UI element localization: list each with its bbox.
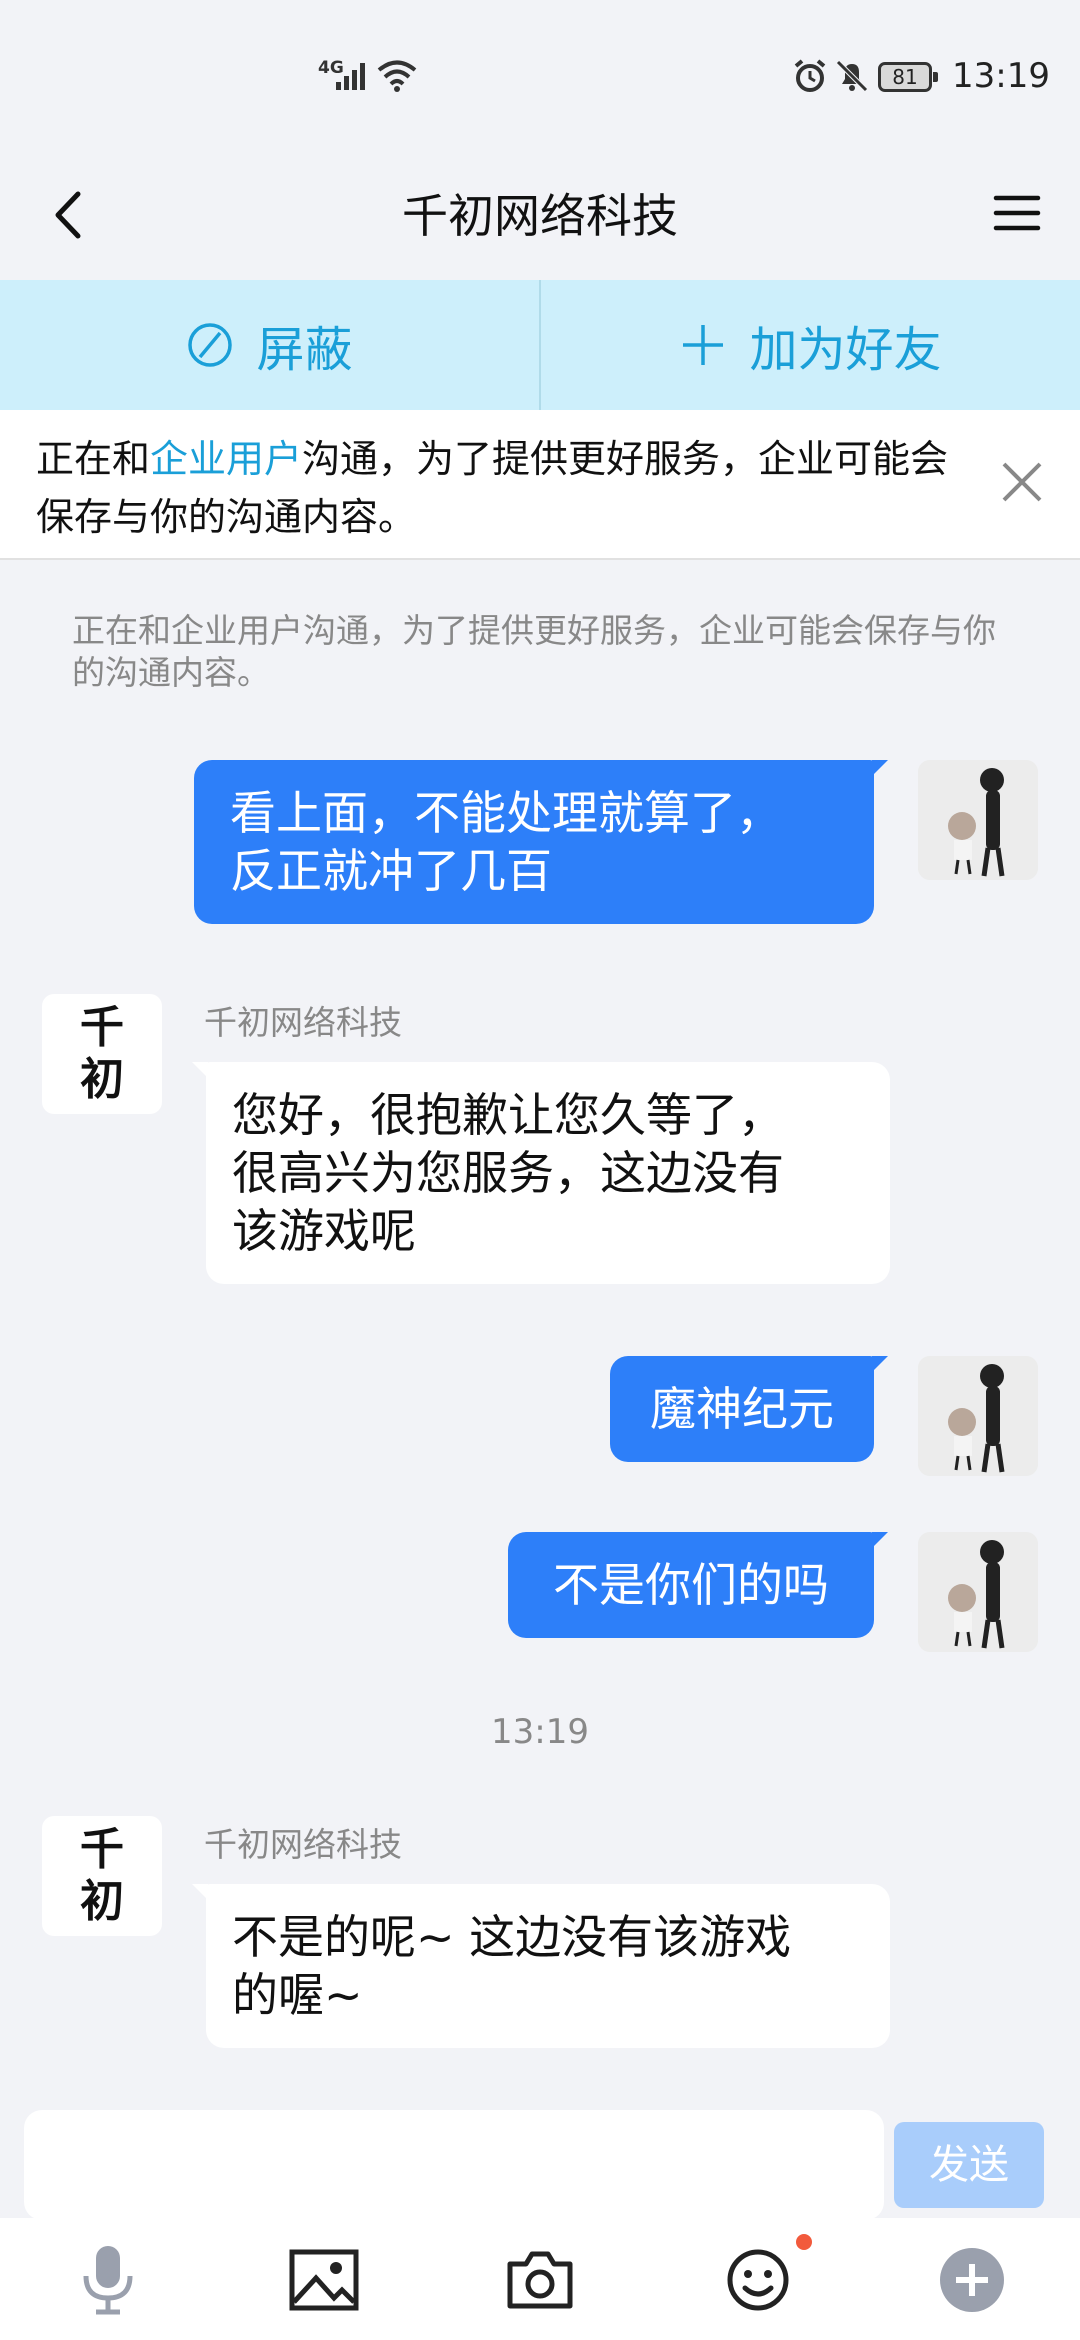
chat-timestamp: 13:19	[491, 1712, 589, 1752]
title-bar: 千初网络科技	[0, 150, 1080, 280]
message-input[interactable]	[24, 2110, 884, 2220]
microphone-icon[interactable]	[68, 2240, 148, 2320]
message-bubble-outgoing[interactable]: 魔神纪元	[610, 1356, 888, 1462]
battery-icon: 81	[878, 62, 938, 92]
wifi-icon	[377, 60, 417, 92]
block-button[interactable]: 屏蔽	[0, 280, 539, 410]
sender-name: 千初网络科技	[204, 1003, 402, 1042]
block-icon	[188, 323, 233, 367]
emoji-notification-dot	[796, 2234, 812, 2250]
notice-text: 正在和企业用户沟通，为了提供更好服务，企业可能会保存与你的沟通内容。	[36, 437, 949, 539]
status-bar: 4G 81 13:19	[0, 0, 1080, 150]
status-time: 13:19	[952, 56, 1050, 96]
avatar-self[interactable]	[918, 760, 1038, 880]
action-bar: 屏蔽 加为好友	[0, 280, 1080, 410]
avatar-merchant[interactable]: 千 初	[42, 1816, 162, 1936]
add-friend-label: 加为好友	[749, 322, 942, 378]
composer: 发送	[0, 2086, 1080, 2220]
avatar-merchant[interactable]: 千 初	[42, 994, 162, 1114]
camera-icon[interactable]	[500, 2240, 580, 2320]
sender-name: 千初网络科技	[204, 1825, 402, 1864]
system-message: 正在和企业用户沟通，为了提供更好服务，企业可能会保存与你的沟通内容。	[72, 611, 996, 692]
avatar-self-image	[918, 760, 1038, 880]
send-button[interactable]: 发送	[894, 2122, 1044, 2208]
avatar-self[interactable]	[918, 1356, 1038, 1476]
notice-link[interactable]: 企业用户	[150, 437, 302, 481]
close-icon[interactable]	[992, 452, 1052, 512]
notice-banner: 正在和企业用户沟通，为了提供更好服务，企业可能会保存与你的沟通内容。	[0, 410, 1080, 560]
message-bubble-outgoing[interactable]: 看上面，不能处理就算了， 反正就冲了几百	[194, 760, 888, 924]
avatar-self[interactable]	[918, 1532, 1038, 1652]
input-toolbar	[0, 2218, 1080, 2340]
emoji-icon[interactable]	[718, 2240, 798, 2320]
block-label: 屏蔽	[256, 322, 353, 378]
plus-icon[interactable]	[932, 2240, 1012, 2320]
message-bubble-outgoing[interactable]: 不是你们的吗	[508, 1532, 888, 1638]
message-bubble-incoming[interactable]: 您好，很抱歉让您久等了， 很高兴为您服务，这边没有 该游戏呢	[192, 1062, 890, 1284]
mute-bell-icon	[836, 60, 868, 92]
message-bubble-incoming[interactable]: 不是的呢~ 这边没有该游戏 的喔~	[192, 1884, 890, 2048]
image-icon[interactable]	[284, 2240, 364, 2320]
avatar-self-image	[918, 1532, 1038, 1652]
alarm-icon	[794, 59, 826, 92]
signal-icon	[336, 63, 365, 90]
plus-icon	[683, 325, 724, 365]
avatar-merchant-text: 千 初	[80, 1002, 124, 1105]
avatar-self-image	[918, 1356, 1038, 1476]
avatar-merchant-text: 千 初	[80, 1824, 124, 1927]
add-friend-button[interactable]: 加为好友	[541, 280, 1080, 410]
menu-icon[interactable]	[982, 178, 1052, 248]
page-title: 千初网络科技	[402, 189, 678, 243]
